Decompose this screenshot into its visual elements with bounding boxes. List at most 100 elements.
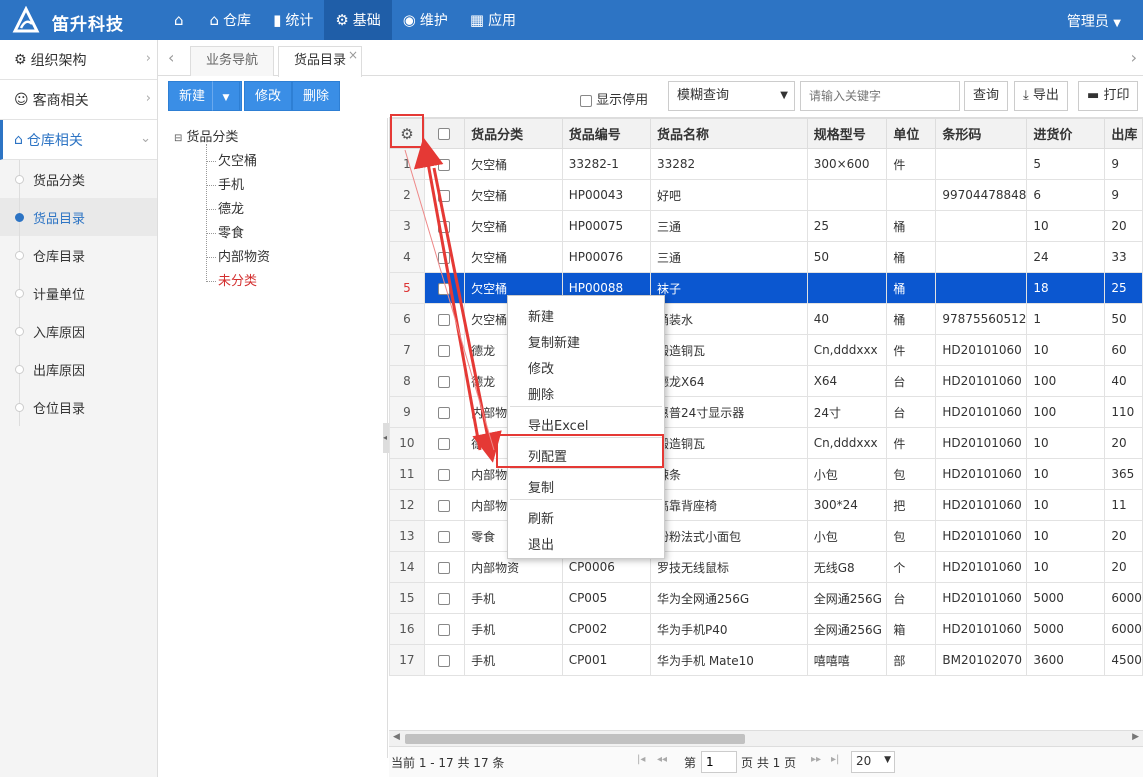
tab-prev-icon[interactable]: ‹ <box>168 48 174 67</box>
sidebar-group-1[interactable]: ☺ 客商相关 › <box>0 80 157 120</box>
row-checkbox-cell[interactable] <box>423 551 466 583</box>
row-checkbox[interactable] <box>438 282 451 295</box>
column-header[interactable]: 货品分类 <box>464 118 563 149</box>
table-row[interactable]: 13 零食 粉粉法式小面包 小包包 HD20101060 10 20 <box>389 520 1143 552</box>
nav-item-3[interactable]: ⚙ 基础 <box>324 0 392 40</box>
row-checkbox-cell[interactable] <box>423 179 466 211</box>
column-header[interactable]: 进货价 <box>1026 118 1106 149</box>
row-checkbox-cell[interactable] <box>423 210 466 242</box>
row-checkbox-cell[interactable] <box>423 582 466 614</box>
column-header[interactable]: 货品名称 <box>650 118 808 149</box>
table-row[interactable]: 14 内部物资 CP0006 罗技无线鼠标 无线G8 个 HD20101060 10 20 <box>389 551 1143 583</box>
query-button[interactable]: 查询 <box>964 81 1009 111</box>
row-checkbox-cell[interactable] <box>423 396 466 428</box>
column-header[interactable]: 规格型号 <box>806 118 888 149</box>
context-menu-item-8[interactable]: 退出 <box>528 534 554 553</box>
row-checkbox[interactable] <box>438 592 451 605</box>
sidebar-item-4[interactable]: 入库原因 <box>0 312 157 350</box>
nav-item-2[interactable]: ▮ 统计 <box>262 0 324 40</box>
sidebar-item-5[interactable]: 出库原因 <box>0 350 157 388</box>
close-icon[interactable]: × <box>348 41 358 69</box>
table-row[interactable]: 5 欠空桶 HP00088 袜子桶 18 25 <box>389 272 1143 304</box>
sidebar-item-2[interactable]: 仓库目录 <box>0 236 157 274</box>
context-menu-item-1[interactable]: 复制新建 <box>528 332 580 351</box>
row-checkbox[interactable] <box>438 654 451 667</box>
row-checkbox-cell[interactable] <box>423 489 466 521</box>
tree-node[interactable]: 内部物资 <box>206 246 270 265</box>
nav-item-4[interactable]: ◉ 维护 <box>392 0 459 40</box>
edit-button[interactable]: 修改 <box>244 81 293 111</box>
row-checkbox[interactable] <box>438 189 451 202</box>
column-header[interactable]: 单位 <box>886 118 937 149</box>
scroll-left-icon[interactable]: ◀ <box>393 732 400 742</box>
user-menu[interactable]: 管理员 ▼ <box>1067 11 1121 31</box>
row-checkbox-cell[interactable] <box>423 272 466 304</box>
row-checkbox-cell[interactable] <box>423 241 466 273</box>
sidebar-group-2[interactable]: ⌂ 仓库相关 ⌄ <box>0 120 157 160</box>
search-input[interactable] <box>800 81 960 111</box>
context-menu-item-7[interactable]: 刷新 <box>528 508 554 527</box>
row-checkbox-cell[interactable] <box>423 148 466 180</box>
table-row[interactable]: 3 欠空桶 HP00075 三通 25 桶 10 20 <box>389 210 1143 242</box>
row-checkbox[interactable] <box>438 530 451 543</box>
scrollbar-thumb[interactable] <box>405 734 745 744</box>
tab-goods-catalog[interactable]: 货品目录 × <box>278 46 363 77</box>
row-checkbox-cell[interactable] <box>423 458 466 490</box>
row-checkbox-cell[interactable] <box>423 613 466 645</box>
export-button[interactable]: ⤓ 导出 <box>1014 81 1068 111</box>
sidebar-item-0[interactable]: 货品分类 <box>0 160 157 198</box>
sidebar-item-1[interactable]: 货品目录 <box>0 198 157 236</box>
nav-item-5[interactable]: ▦ 应用 <box>459 0 527 40</box>
select-all-header[interactable] <box>423 118 466 149</box>
tree-node[interactable]: 手机 <box>206 174 244 193</box>
row-checkbox-cell[interactable] <box>423 365 466 397</box>
sidebar-item-3[interactable]: 计量单位 <box>0 274 157 312</box>
tab-business-nav[interactable]: 业务导航 <box>190 46 275 76</box>
column-header[interactable]: 出库 <box>1104 118 1143 149</box>
nav-item-0[interactable]: ⌂ <box>163 0 199 40</box>
table-row[interactable]: 16 手机 CP002 华为手机P40 全网通256G 箱 HD20101060 5000 60… <box>389 613 1143 645</box>
page-input[interactable] <box>701 751 737 773</box>
page-size-select[interactable]: 20 ▼ <box>851 751 895 773</box>
prev-page-icon[interactable]: ◂◂ <box>657 754 667 765</box>
context-menu-item-4[interactable]: 导出Excel <box>528 415 588 434</box>
tree-node[interactable]: 未分类 <box>206 270 257 289</box>
next-page-icon[interactable]: ▸▸ <box>811 754 821 765</box>
select-all-checkbox[interactable] <box>438 127 451 140</box>
context-menu-item-2[interactable]: 修改 <box>528 358 554 377</box>
first-page-icon[interactable]: |◂ <box>637 754 645 765</box>
new-dropdown-button[interactable]: ▼ <box>212 81 240 111</box>
row-checkbox[interactable] <box>438 623 451 636</box>
row-checkbox[interactable] <box>438 251 451 264</box>
row-checkbox[interactable] <box>438 344 451 357</box>
row-checkbox[interactable] <box>438 437 451 450</box>
row-checkbox[interactable] <box>438 220 451 233</box>
context-menu-item-6[interactable]: 复制 <box>528 477 554 496</box>
row-checkbox[interactable] <box>438 313 451 326</box>
column-header[interactable]: 货品编号 <box>561 118 652 149</box>
column-header[interactable]: 条形码 <box>935 118 1028 149</box>
table-row[interactable]: 8 德龙 德龙X64 X64 台 HD20101060 100 40 <box>389 365 1143 397</box>
table-row[interactable]: 12 内部物资 高靠背座椅 300*24 把 HD20101060 10 11 <box>389 489 1143 521</box>
tree-node[interactable]: 德龙 <box>206 198 244 217</box>
row-checkbox-cell[interactable] <box>423 427 466 459</box>
print-button[interactable]: ▬ 打印 <box>1078 81 1139 111</box>
row-checkbox-cell[interactable] <box>423 303 466 335</box>
tab-next-icon[interactable]: › <box>1131 48 1137 67</box>
table-row[interactable]: 7 德龙 锻造铜瓦 Cn,dddxxx 件 HD20101060 10 60 <box>389 334 1143 366</box>
row-checkbox[interactable] <box>438 406 451 419</box>
table-row[interactable]: 15 手机 CP005 华为全网通256G 全网通256G 台 HD20101060 5000… <box>389 582 1143 614</box>
tree-root[interactable]: ⊟ 货品分类 <box>174 126 238 145</box>
horizontal-scrollbar[interactable]: ◀ ▶ <box>389 730 1143 746</box>
table-row[interactable]: 2 欠空桶 HP00043 好吧 99704478848 6 9 <box>389 179 1143 211</box>
row-checkbox[interactable] <box>438 561 451 574</box>
row-checkbox[interactable] <box>438 468 451 481</box>
last-page-icon[interactable]: ▸| <box>831 754 839 765</box>
context-menu-item-0[interactable]: 新建 <box>528 306 554 325</box>
tree-node[interactable]: 欠空桶 <box>206 150 257 169</box>
context-menu-item-3[interactable]: 删除 <box>528 384 554 403</box>
row-checkbox[interactable] <box>438 375 451 388</box>
sidebar-group-0[interactable]: ⚙ 组织架构 › <box>0 40 157 80</box>
row-checkbox[interactable] <box>438 158 451 171</box>
row-checkbox-cell[interactable] <box>423 520 466 552</box>
